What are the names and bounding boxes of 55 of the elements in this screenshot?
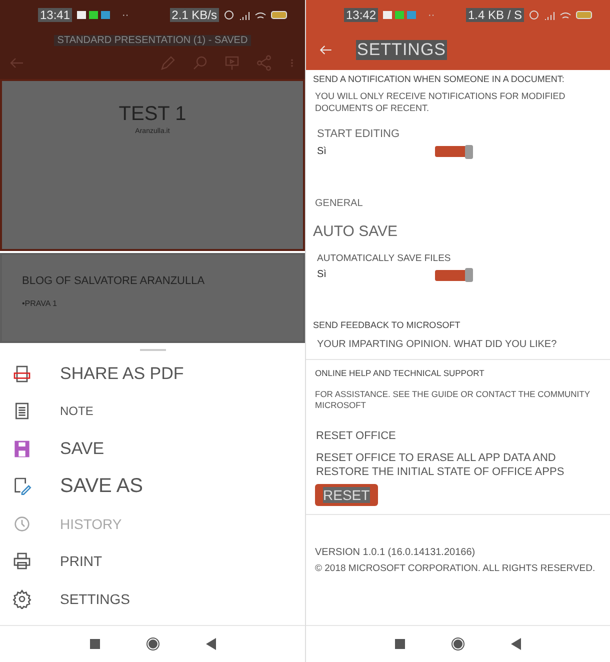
signal-icon: [239, 10, 250, 20]
clock-time: 13:42: [344, 8, 378, 22]
menu-item[interactable]: NOTE: [0, 392, 305, 430]
screen-title: SETTINGS: [356, 40, 448, 60]
section-heading: ONLINE HELP AND TECHNICAL SUPPORT: [315, 368, 486, 379]
section-heading: GENERAL: [315, 198, 364, 210]
pdf-file-icon: [12, 364, 32, 384]
menu-item[interactable]: SAVE AS: [0, 468, 305, 505]
slide-title: TEST 1: [118, 103, 186, 126]
section-heading: AUTO SAVE: [313, 222, 398, 242]
setting-label: AUTOMATICALLY SAVE FILES: [317, 253, 452, 266]
setting-link[interactable]: FOR ASSISTANCE. SEE THE GUIDE OR CONTACT THE COMMUNITY MICROSOFT: [315, 389, 604, 410]
menu-item[interactable]: PRINT: [0, 542, 305, 580]
setting-description: YOU WILL ONLY RECEIVE NOTIFICATIONS FOR MODIFIED DOCUMENTS OF RECENT.: [315, 91, 566, 114]
back-icon[interactable]: [206, 638, 216, 650]
setting-label: START EDITING: [317, 128, 401, 142]
clock-time: 13:41: [38, 8, 72, 22]
menu-item[interactable]: SAVE: [0, 430, 305, 468]
print-icon: [12, 551, 32, 572]
wifi-icon: [560, 12, 571, 18]
section-heading: RESET OFFICE: [316, 430, 397, 444]
setting-description: RESET OFFICE TO ERASE ALL APP DATA AND RESTORE THE INITIAL STATE OF OFFICE APPS: [316, 452, 566, 480]
home-icon[interactable]: [451, 637, 465, 651]
slide-title: BLOG OF SALVATORE ARANZULLA: [22, 275, 206, 287]
document-title: STANDARD PRESENTATION (1) - SAVED: [54, 35, 251, 46]
alarm-icon: [224, 10, 234, 20]
section-heading: SEND FEEDBACK TO MICROSOFT: [313, 320, 462, 331]
home-icon[interactable]: [146, 637, 160, 651]
save-as-icon: [12, 476, 32, 496]
toggle-switch[interactable]: [435, 270, 473, 281]
copyright-text: © 2018 MICROSOFT CORPORATION. ALL RIGHTS RESERVED.: [315, 563, 596, 575]
toggle-value: Sì: [317, 146, 328, 158]
settings-icon: [12, 588, 32, 609]
battery-icon: [576, 11, 592, 19]
alarm-icon: [529, 10, 539, 20]
slide-subtitle: •PRAVA 1: [22, 299, 58, 309]
toggle-switch[interactable]: [435, 146, 473, 158]
battery-icon: [271, 11, 287, 19]
history-icon: [12, 514, 32, 534]
more-notifications-icon: ··: [428, 10, 435, 20]
network-speed: 1.4 KB / S: [466, 8, 524, 22]
wifi-icon: [255, 12, 266, 18]
section-heading: SEND A NOTIFICATION WHEN SOMEONE IN A DOCUMENT:: [313, 74, 566, 86]
signal-icon: [544, 10, 555, 20]
recent-apps-icon[interactable]: [90, 639, 100, 649]
save-icon: [12, 438, 32, 459]
setting-link[interactable]: YOUR IMPARTING OPINION. WHAT DID YOU LIKE?: [317, 338, 604, 352]
menu-item[interactable]: SHARE AS PDF: [0, 355, 305, 392]
reset-button[interactable]: RESET: [315, 484, 378, 506]
toggle-value: Sì: [317, 269, 328, 282]
more-notifications-icon: ··: [122, 10, 129, 20]
menu-item[interactable]: SETTINGS: [0, 580, 305, 618]
network-speed: 2.1 KB/s: [170, 8, 219, 22]
back-icon[interactable]: [511, 638, 521, 650]
version-text: VERSION 1.0.1 (16.0.14131.20166): [315, 546, 476, 559]
